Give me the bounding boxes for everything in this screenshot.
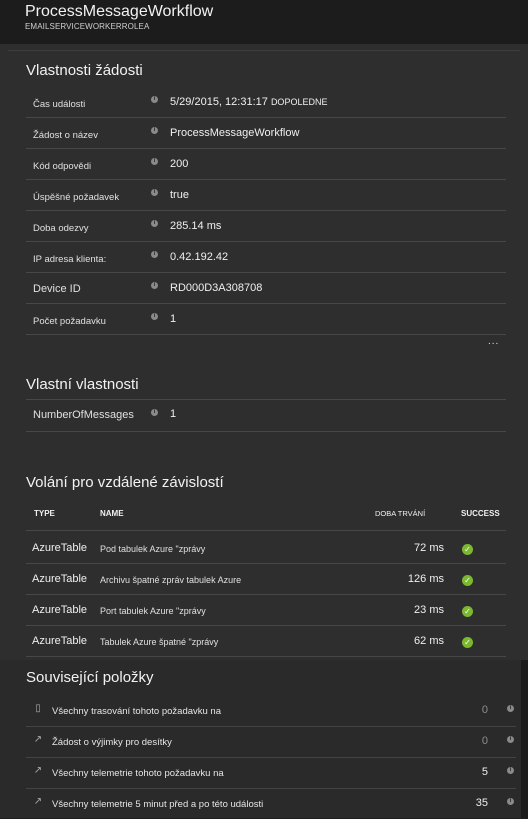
info-icon[interactable]: i (507, 705, 514, 712)
property-row-response-time: Doba odezvy i 285.14 ms (26, 210, 506, 242)
info-icon[interactable]: i (151, 251, 158, 258)
property-row-response-code: Kód odpovědi i 200 (26, 148, 506, 180)
more-button[interactable]: ... (488, 336, 499, 347)
info-icon[interactable]: i (151, 220, 158, 227)
dependency-duration: 62 ms (414, 635, 444, 647)
property-row-client-ip: IP adresa klienta: i 0.42.192.42 (26, 241, 506, 273)
info-icon[interactable]: i (507, 798, 514, 805)
page-title: ProcessMessageWorkflow (25, 3, 214, 20)
arrow-icon: ↗ (33, 796, 43, 807)
arrow-icon: ↗ (33, 765, 43, 776)
related-item-label: Všechny trasování tohoto požadavku na (52, 706, 222, 717)
info-icon[interactable]: i (151, 158, 158, 165)
property-label: Kód odpovědi (33, 161, 92, 172)
property-label: IP adresa klienta: (33, 254, 107, 265)
property-value: ProcessMessageWorkflow (170, 127, 300, 139)
property-label: NumberOfMessages (33, 409, 134, 421)
property-label: Device ID (33, 283, 81, 295)
info-icon[interactable]: i (151, 189, 158, 196)
dependency-type: AzureTable (32, 604, 88, 616)
dependency-row[interactable]: AzureTable Tabulek Azure špatné "zprávy … (26, 625, 506, 657)
dependency-duration: 72 ms (414, 542, 444, 554)
related-item-count: 0 (481, 704, 488, 716)
success-check-icon: ✓ (462, 544, 473, 555)
dependency-type: AzureTable (32, 542, 88, 554)
dependency-name: Tabulek Azure špatné "zprávy (100, 637, 219, 647)
property-label: Čas události (33, 99, 86, 110)
request-properties-title: Vlastnosti žádosti (26, 62, 143, 79)
property-value: RD000D3A308708 (170, 282, 263, 294)
property-value: 1 (170, 408, 177, 420)
column-header-duration[interactable]: DOBA TRVÁNÍ (375, 509, 425, 518)
property-label: Počet požadavku (33, 316, 106, 327)
blade-header: ProcessMessageWorkflow EMAILSERVICEWORKE… (0, 0, 528, 44)
related-items-title: Související položky (26, 669, 154, 686)
property-row-request-name: Žádost o název i ProcessMessageWorkflow (26, 117, 506, 149)
dependency-type: AzureTable (32, 635, 88, 647)
success-check-icon: ✓ (462, 575, 473, 586)
column-header-type[interactable]: TYPE (34, 509, 55, 518)
property-value: 0.42.192.42 (170, 251, 229, 263)
related-items-panel: Související položky ▯ Všechny trasování … (0, 660, 528, 818)
dependency-duration: 126 ms (407, 573, 444, 585)
property-label: Úspěšné požadavek (33, 192, 120, 203)
column-header-success[interactable]: SUCCESS (461, 509, 500, 518)
page-subtitle: EMAILSERVICEWORKERROLEA (25, 22, 150, 31)
property-row-number-of-messages: NumberOfMessages i 1 (26, 399, 506, 432)
related-item-window-telemetry[interactable]: ↗ Všechny telemetrie 5 minut před a po t… (26, 789, 516, 819)
related-item-traces[interactable]: ▯ Všechny trasování tohoto požadavku na … (26, 696, 516, 727)
document-icon: ▯ (35, 703, 41, 714)
dependency-row[interactable]: AzureTable Pod tabulek Azure "zprávy 72 … (26, 532, 506, 564)
success-check-icon: ✓ (462, 606, 473, 617)
property-row-device-id: Device ID i RD000D3A308708 (26, 272, 506, 304)
property-value: 200 (170, 158, 189, 170)
column-header-name[interactable]: NAME (100, 509, 124, 518)
arrow-icon: ↗ (33, 734, 43, 745)
dependency-name: Port tabulek Azure "zprávy (100, 606, 206, 616)
info-icon[interactable]: i (151, 127, 158, 134)
related-item-label: Všechny telemetrie 5 minut před a po tét… (52, 799, 264, 810)
related-item-label: Všechny telemetrie tohoto požadavku na (52, 768, 224, 779)
property-value: 1 (170, 313, 177, 325)
related-item-count: 35 (475, 797, 488, 809)
property-row-request-count: Počet požadavku i 1 (26, 303, 506, 335)
dependency-row[interactable]: AzureTable Archivu špatné zpráv tabulek … (26, 563, 506, 595)
dependency-name: Pod tabulek Azure "zprávy (100, 544, 206, 554)
info-icon[interactable]: i (151, 282, 158, 289)
dependency-name: Archivu špatné zpráv tabulek Azure (100, 575, 242, 585)
info-icon[interactable]: i (507, 736, 514, 743)
related-item-count: 0 (481, 735, 488, 747)
property-value: 285.14 ms (170, 220, 222, 232)
divider (26, 530, 506, 531)
custom-properties-title: Vlastní vlastnosti (26, 376, 139, 393)
property-row-success: Úspěšné požadavek i true (26, 179, 506, 211)
related-item-exceptions[interactable]: ↗ Žádost o výjimky pro desítky 0 i (26, 727, 516, 758)
info-icon[interactable]: i (507, 767, 514, 774)
info-icon[interactable]: i (151, 409, 158, 416)
info-icon[interactable]: i (151, 313, 158, 320)
dependency-duration: 23 ms (414, 604, 444, 616)
property-label: Žádost o název (33, 130, 98, 141)
success-check-icon: ✓ (462, 637, 473, 648)
property-value: true (170, 189, 189, 201)
divider (8, 50, 520, 51)
related-item-request-telemetry[interactable]: ↗ Všechny telemetrie tohoto požadavku na… (26, 758, 516, 789)
property-row-event-time: Čas události i 5/29/2015, 12:31:17 DOPOL… (26, 86, 506, 118)
dependency-row[interactable]: AzureTable Port tabulek Azure "zprávy 23… (26, 594, 506, 626)
property-value: 5/29/2015, 12:31:17 DOPOLEDNE (170, 96, 328, 108)
dependencies-title: Volání pro vzdálené závislostí (26, 474, 224, 491)
scrollbar[interactable] (521, 660, 528, 818)
info-icon[interactable]: i (151, 96, 158, 103)
related-item-label: Žádost o výjimky pro desítky (52, 737, 172, 748)
property-label: Doba odezvy (33, 223, 89, 234)
related-item-count: 5 (481, 766, 488, 778)
dependency-type: AzureTable (32, 573, 88, 585)
